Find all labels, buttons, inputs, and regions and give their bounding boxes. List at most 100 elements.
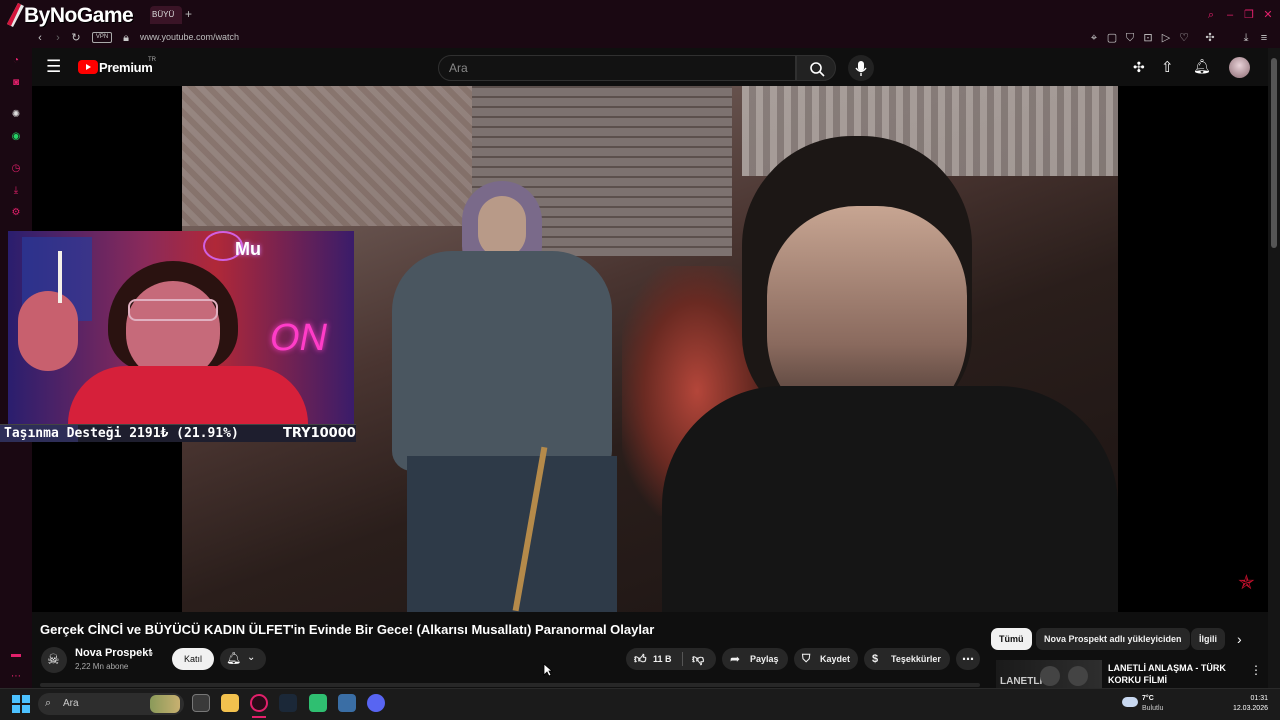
microphone-icon [855, 61, 867, 76]
thumbs-down-icon[interactable]: 👎︎ [692, 648, 704, 670]
thanks-label: Teşekkürler [891, 654, 941, 664]
weather-description[interactable]: Bulutlu [1142, 705, 1163, 712]
streamer-hand [18, 291, 78, 371]
heart-icon[interactable]: ♡ [1178, 32, 1190, 44]
taskbar-search-icon: ⌕ [45, 697, 52, 709]
browser-tab[interactable]: BÜYÜ [150, 6, 182, 24]
streamer-glasses [128, 299, 218, 321]
address-bar-row: ‹ › ↻ VPN 🔒︎ www.youtube.com/watch ⌖ ▢ ⛉… [0, 28, 1280, 72]
woman-trousers [407, 456, 617, 612]
taskbar-date[interactable]: 12.03.2026 [1220, 705, 1268, 712]
save-button[interactable]: ⛉ Kaydet [794, 648, 858, 670]
channel-avatar[interactable]: ☠ [41, 647, 67, 673]
cigarette [58, 251, 62, 303]
gx-corner-icon[interactable]: ◔ [9, 54, 23, 68]
puzzle-icon[interactable]: ✣ [1204, 32, 1216, 44]
lock-icon: 🔒︎ [123, 32, 129, 44]
forward-icon[interactable]: › [52, 32, 64, 44]
sidebar-toggle-icon[interactable]: ▬ [9, 648, 23, 662]
close-icon[interactable]: ✕ [1262, 9, 1274, 21]
download-icon[interactable]: ⤓ [1240, 32, 1252, 44]
weather-temperature[interactable]: 7°C [1142, 695, 1154, 702]
steam-icon[interactable] [279, 694, 297, 712]
settings-icon[interactable]: ⚙ [9, 206, 23, 220]
search-button[interactable] [796, 55, 836, 81]
scrollbar-thumb[interactable] [1271, 58, 1277, 248]
recommendation-thumbnail[interactable]: LANETLI [996, 660, 1102, 688]
pentagram-watermark-icon: ✯ [1238, 572, 1255, 594]
search-icon [810, 62, 825, 77]
file-explorer-icon[interactable] [221, 694, 239, 712]
screenshot-icon[interactable]: ▢ [1106, 32, 1118, 44]
chatgpt-icon[interactable]: ✺ [9, 108, 23, 122]
shield-icon[interactable]: ⛉ [1124, 32, 1136, 44]
donation-goal-text: Taşınma Desteği 2191₺ (21.91%) [4, 426, 239, 441]
thanks-button[interactable]: $ Teşekkürler [864, 648, 950, 670]
video-title: Gerçek CİNCİ ve BÜYÜCÜ KADIN ÜLFET'in Ev… [40, 622, 655, 637]
woman-cardigan [392, 251, 612, 471]
task-view-icon[interactable] [192, 694, 210, 712]
woman-face [478, 196, 526, 258]
subscription-bell-button[interactable]: 🔔︎ ⌄ [220, 648, 266, 670]
bell-icon: 🔔︎ [226, 651, 242, 665]
bynogame-logo-icon [7, 3, 24, 27]
donation-goal-target: TRY10000 [283, 426, 356, 441]
whatsapp-icon[interactable]: ◉ [9, 130, 23, 144]
maximize-icon[interactable]: ❐ [1243, 9, 1255, 21]
kebab-menu-icon[interactable]: ⋮ [1250, 663, 1262, 677]
neon-sign: ON [270, 317, 327, 359]
upload-icon[interactable]: ⇧ [1161, 58, 1174, 76]
youtube-logo-icon[interactable] [78, 60, 98, 74]
history-icon[interactable]: ◷ [9, 162, 23, 176]
url-field[interactable]: www.youtube.com/watch [140, 32, 239, 42]
channel-name[interactable]: Nova Prospekt [75, 647, 152, 659]
create-icon[interactable]: ✣ [1133, 59, 1145, 76]
like-count[interactable]: 11 B [653, 648, 672, 670]
chip-all[interactable]: Tümü [991, 628, 1032, 650]
chip-related[interactable]: İlgili [1191, 628, 1225, 650]
pin-icon[interactable]: ⌖ [1088, 32, 1100, 44]
game-app-icon[interactable] [309, 694, 327, 712]
opera-gx-icon[interactable] [250, 694, 268, 712]
more-icon[interactable]: ⋯ [9, 670, 23, 684]
verified-badge-icon: ● [148, 648, 154, 658]
snapshot-icon[interactable]: ⊡ [1142, 32, 1154, 44]
search-input[interactable]: Ara [438, 55, 796, 81]
more-actions-button[interactable]: ⋯ [956, 648, 980, 670]
browser-tab-bar: BÜYÜ + ByNoGame ⌕ – ❐ ✕ [0, 0, 1280, 28]
windows-start-icon[interactable] [12, 695, 30, 713]
notifications-bell-icon[interactable]: 🔔︎ [1193, 58, 1211, 75]
play-icon[interactable]: ▷ [1160, 32, 1172, 44]
chevron-down-icon: ⌄ [247, 652, 256, 663]
thumbnail-face [1040, 666, 1060, 686]
page-scrollbar[interactable] [1268, 48, 1280, 688]
minimize-icon[interactable]: – [1224, 9, 1236, 21]
skull-icon: ☠ [47, 651, 60, 667]
search-tabs-icon[interactable]: ⌕ [1205, 9, 1217, 21]
thumbs-up-icon[interactable]: 👍︎ [634, 648, 647, 670]
discord-icon[interactable] [367, 694, 385, 712]
chip-from-uploader[interactable]: Nova Prospekt adlı yükleyiciden [1036, 628, 1190, 650]
streamer-webcam-overlay: Mu ON [8, 231, 354, 424]
twitch-icon[interactable]: ◙ [9, 76, 23, 90]
share-button[interactable]: ➦ Paylaş [722, 648, 788, 670]
watermark-text: ByNoGame [24, 4, 134, 27]
reload-icon[interactable]: ↻ [70, 32, 82, 44]
new-tab-button[interactable]: + [185, 7, 192, 21]
voice-search-button[interactable] [848, 55, 874, 81]
youtube-logo-text[interactable]: Premium [99, 60, 153, 75]
recommendation-title[interactable]: LANETLİ ANLAŞMA - TÜRK KORKU FİLMİ [1108, 662, 1238, 686]
battle-net-icon[interactable] [338, 694, 356, 712]
downloads-icon[interactable]: ⤓ [9, 184, 23, 198]
menu-icon[interactable]: ≡ [1258, 32, 1270, 44]
like-dislike-group: 👍︎ 11 B 👎︎ [626, 648, 716, 670]
patterned-curtain [182, 86, 482, 226]
hamburger-menu-icon[interactable]: ☰ [46, 58, 61, 75]
back-icon[interactable]: ‹ [34, 32, 46, 44]
taskbar-clock[interactable]: 01:31 [1236, 695, 1268, 702]
streamer-sweater [68, 366, 308, 424]
account-avatar[interactable] [1229, 57, 1250, 78]
vpn-badge[interactable]: VPN [92, 32, 112, 43]
join-button[interactable]: Katıl [172, 648, 214, 670]
chevron-right-icon[interactable]: › [1237, 631, 1242, 647]
